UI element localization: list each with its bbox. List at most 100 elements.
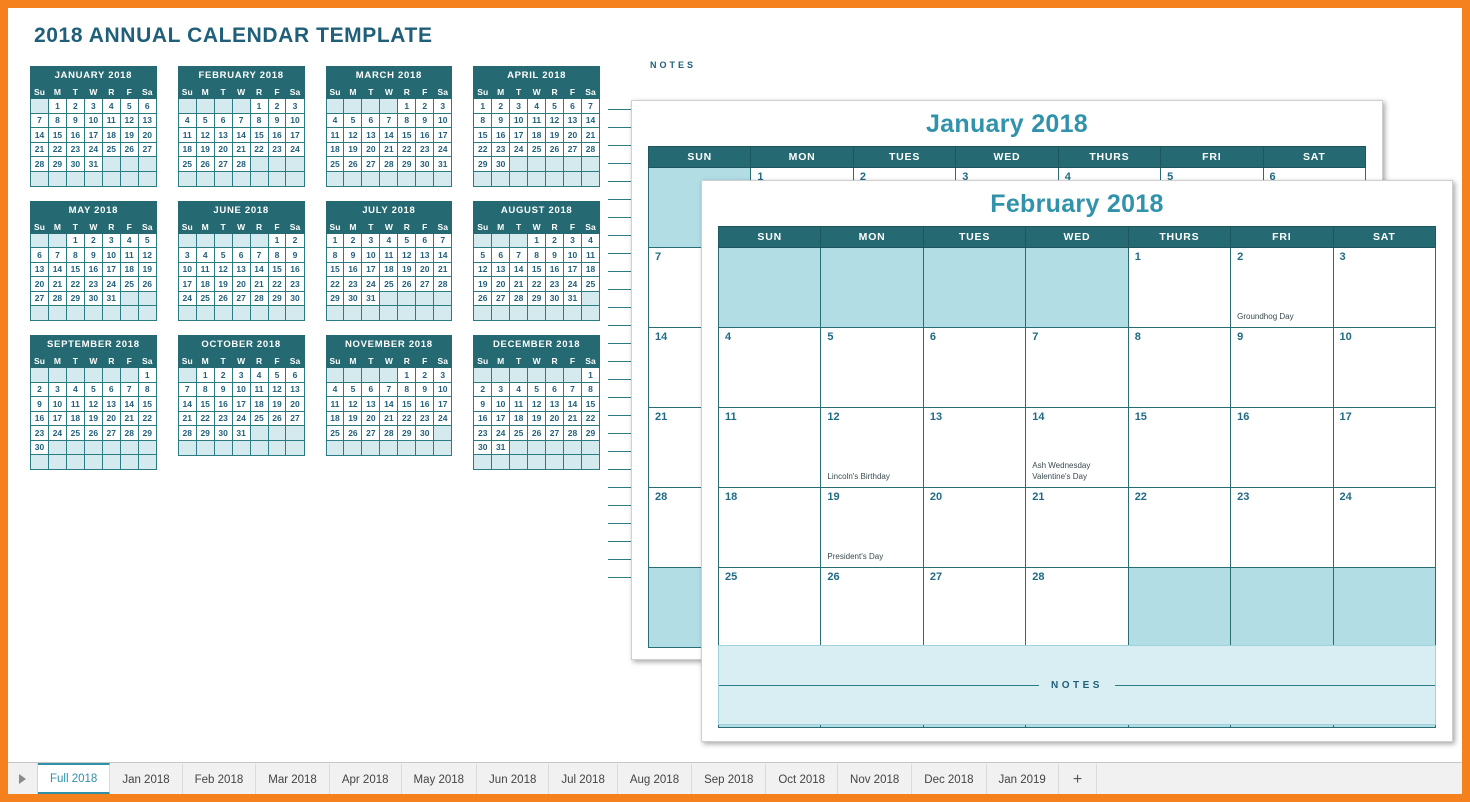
mini-day-cell[interactable]: 25 [325, 425, 345, 441]
mini-day-cell-empty[interactable] [545, 305, 565, 321]
calendar-day-cell-empty[interactable] [717, 247, 822, 328]
calendar-day-cell-empty[interactable] [922, 247, 1027, 328]
mini-day-cell[interactable]: 28 [379, 156, 399, 172]
mini-day-cell[interactable]: 7 [231, 112, 251, 128]
mini-day-cell[interactable]: 12 [545, 112, 565, 128]
mini-day-cell[interactable]: 28 [177, 425, 197, 441]
mini-day-cell[interactable]: 31 [101, 290, 121, 306]
mini-day-cell[interactable]: 20 [415, 261, 435, 277]
mini-day-cell-empty[interactable] [83, 367, 103, 383]
mini-day-cell-empty[interactable] [177, 439, 197, 456]
mini-day-cell-empty[interactable] [47, 439, 67, 455]
mini-day-cell-empty[interactable] [213, 98, 233, 114]
mini-day-cell[interactable]: 17 [231, 396, 251, 412]
mini-day-cell[interactable]: 3 [177, 247, 197, 263]
mini-day-cell[interactable]: 29 [65, 290, 85, 306]
mini-day-cell-empty[interactable] [473, 232, 493, 248]
mini-day-cell[interactable]: 10 [433, 112, 453, 128]
mini-day-cell[interactable]: 27 [101, 425, 121, 441]
mini-day-cell-empty[interactable] [231, 305, 251, 321]
mini-day-cell[interactable]: 2 [83, 232, 103, 248]
mini-day-cell[interactable]: 19 [473, 276, 493, 292]
mini-day-cell[interactable]: 7 [580, 98, 601, 114]
sheet-tab-jan-2018[interactable]: Jan 2018 [110, 763, 183, 794]
mini-day-cell-empty[interactable] [65, 367, 85, 383]
mini-day-cell[interactable]: 1 [195, 367, 215, 383]
mini-day-cell[interactable]: 18 [325, 410, 345, 426]
mini-day-cell[interactable]: 10 [361, 247, 381, 263]
mini-day-cell[interactable]: 17 [285, 127, 305, 143]
mini-day-cell-empty[interactable] [509, 454, 529, 470]
mini-day-cell[interactable]: 12 [267, 381, 287, 397]
mini-day-cell-empty[interactable] [580, 290, 601, 306]
mini-day-cell[interactable]: 8 [65, 247, 85, 263]
mini-day-cell-empty[interactable] [527, 454, 547, 470]
mini-day-cell-empty[interactable] [545, 367, 565, 383]
mini-day-cell[interactable]: 6 [415, 232, 435, 248]
mini-day-cell[interactable]: 7 [379, 381, 399, 397]
mini-day-cell[interactable]: 9 [65, 112, 85, 128]
mini-day-cell[interactable]: 18 [119, 261, 139, 277]
mini-day-cell[interactable]: 23 [545, 276, 565, 292]
mini-day-cell[interactable]: 7 [379, 112, 399, 128]
mini-day-cell[interactable]: 29 [195, 425, 215, 441]
mini-day-cell[interactable]: 4 [580, 232, 601, 248]
mini-day-cell[interactable]: 26 [119, 141, 139, 157]
mini-day-cell[interactable]: 26 [343, 425, 363, 441]
mini-day-cell-empty[interactable] [325, 170, 345, 187]
mini-day-cell[interactable]: 12 [343, 127, 363, 143]
mini-day-cell[interactable]: 13 [231, 261, 251, 277]
mini-day-cell-empty[interactable] [325, 305, 345, 321]
calendar-day-cell[interactable]: 9 [1230, 327, 1334, 408]
mini-day-cell[interactable]: 29 [527, 290, 547, 306]
mini-day-cell-empty[interactable] [473, 367, 493, 383]
mini-day-cell-empty[interactable] [509, 170, 529, 187]
mini-day-cell[interactable]: 18 [101, 127, 121, 143]
sheet-tab-feb-2018[interactable]: Feb 2018 [182, 763, 257, 794]
mini-day-cell[interactable]: 28 [249, 290, 269, 306]
mini-day-cell-empty[interactable] [379, 98, 399, 114]
mini-day-cell[interactable]: 29 [397, 425, 417, 441]
mini-day-cell[interactable]: 3 [47, 381, 67, 397]
mini-day-cell[interactable]: 24 [509, 141, 529, 157]
mini-day-cell-empty[interactable] [563, 170, 582, 187]
mini-day-cell-empty[interactable] [137, 156, 157, 172]
mini-day-cell-empty[interactable] [101, 305, 121, 321]
calendar-day-cell-empty[interactable] [1230, 567, 1334, 648]
calendar-day-cell[interactable]: 28 [1025, 567, 1129, 648]
mini-day-cell[interactable]: 25 [195, 290, 215, 306]
calendar-day-cell[interactable]: 27 [922, 567, 1027, 648]
mini-day-cell-empty[interactable] [379, 305, 399, 321]
mini-day-cell[interactable]: 21 [177, 410, 197, 426]
mini-day-cell-empty[interactable] [433, 290, 453, 306]
mini-day-cell[interactable]: 14 [379, 127, 399, 143]
mini-day-cell[interactable]: 28 [30, 156, 49, 172]
mini-day-cell-empty[interactable] [563, 305, 582, 321]
mini-day-cell-empty[interactable] [433, 425, 453, 441]
mini-day-cell[interactable]: 22 [195, 410, 215, 426]
mini-day-cell-empty[interactable] [415, 305, 435, 321]
calendar-day-cell[interactable]: 20 [922, 487, 1027, 568]
mini-day-cell-empty[interactable] [433, 170, 453, 187]
mini-day-cell[interactable]: 5 [473, 247, 493, 263]
mini-day-cell[interactable]: 24 [491, 425, 511, 441]
mini-day-cell[interactable]: 21 [379, 141, 399, 157]
sheet-tab-mar-2018[interactable]: Mar 2018 [256, 763, 330, 794]
mini-day-cell[interactable]: 14 [509, 261, 529, 277]
mini-day-cell[interactable]: 6 [101, 381, 121, 397]
mini-day-cell[interactable]: 13 [213, 127, 233, 143]
mini-day-cell[interactable]: 20 [285, 396, 305, 412]
mini-day-cell[interactable]: 24 [47, 425, 67, 441]
mini-day-cell[interactable]: 25 [325, 156, 345, 172]
calendar-day-cell[interactable]: 14 Ash Wednesday Valentine's Day [1025, 407, 1129, 488]
mini-day-cell[interactable]: 25 [527, 141, 547, 157]
mini-day-cell[interactable]: 30 [473, 439, 493, 455]
mini-day-cell-empty[interactable] [491, 232, 511, 248]
mini-day-cell[interactable]: 21 [231, 141, 251, 157]
mini-day-cell[interactable]: 8 [527, 247, 547, 263]
mini-day-cell-empty[interactable] [249, 425, 269, 441]
mini-day-cell-empty[interactable] [249, 305, 269, 321]
mini-day-cell[interactable]: 18 [177, 141, 197, 157]
mini-day-cell[interactable]: 29 [580, 425, 601, 441]
mini-day-cell[interactable]: 10 [231, 381, 251, 397]
